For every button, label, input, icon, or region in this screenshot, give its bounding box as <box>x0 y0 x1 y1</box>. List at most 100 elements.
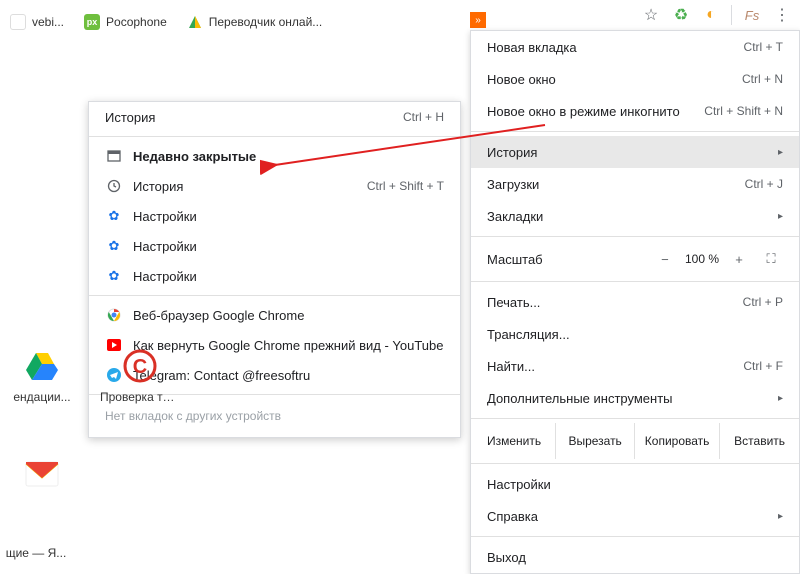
separator <box>89 136 460 137</box>
paste-button[interactable]: Вставить <box>720 423 799 459</box>
submenu-header-shortcut: Ctrl + H <box>403 110 444 124</box>
submenu-footer: Нет вкладок с других устройств <box>89 399 460 433</box>
separator <box>471 463 799 464</box>
chevron-right-icon: ▸ <box>778 393 783 404</box>
menu-label: История <box>487 145 770 160</box>
desktop-row-2 <box>6 456 78 498</box>
menu-item-downloads[interactable]: ЗагрузкиCtrl + J <box>471 168 799 200</box>
chevron-right-icon: ▸ <box>778 211 783 222</box>
edit-label: Изменить <box>471 423 556 459</box>
menu-item-history[interactable]: История ▸ <box>471 136 799 168</box>
zoom-in-button[interactable]: + <box>727 247 751 271</box>
bookmark-label: vebi... <box>32 15 64 29</box>
favicon-icon <box>187 14 203 30</box>
menu-item-edit: Изменить Вырезать Копировать Вставить <box>471 423 799 459</box>
submenu-item[interactable]: Веб-браузер Google Chrome <box>89 300 460 330</box>
submenu-item-label: История <box>133 179 367 194</box>
recently-closed-label: Недавно закрытые <box>133 149 444 164</box>
menu-item-more-tools[interactable]: Дополнительные инструменты ▸ <box>471 382 799 414</box>
desktop-row-3: щие — Я... <box>0 540 72 560</box>
more-icon[interactable]: ⋮ <box>772 5 792 25</box>
zoom-label: Масштаб <box>487 252 653 267</box>
submenu-item[interactable]: ✿ Настройки <box>89 261 460 291</box>
menu-label: Дополнительные инструменты <box>487 391 770 406</box>
separator <box>471 131 799 132</box>
desktop-shortcut[interactable]: ендации... <box>6 348 78 404</box>
menu-shortcut: Ctrl + T <box>744 40 783 54</box>
main-menu: Новая вкладкаCtrl + T Новое окноCtrl + N… <box>470 30 800 574</box>
recycle-icon[interactable]: ♻ <box>671 5 691 25</box>
menu-item-zoom: Масштаб − 100 % + ⛶ <box>471 241 799 277</box>
menu-item-bookmarks[interactable]: Закладки▸ <box>471 200 799 232</box>
menu-item-settings[interactable]: Настройки <box>471 468 799 500</box>
menu-item-incognito[interactable]: Новое окно в режиме инкогнитоCtrl + Shif… <box>471 95 799 127</box>
fullscreen-icon[interactable]: ⛶ <box>759 247 783 271</box>
bookmark-item[interactable]: px Pocophone <box>78 10 173 34</box>
menu-shortcut: Ctrl + Shift + N <box>704 104 783 118</box>
submenu-item-label: Настройки <box>133 209 444 224</box>
separator <box>89 295 460 296</box>
menu-item-new-tab[interactable]: Новая вкладкаCtrl + T <box>471 31 799 63</box>
menu-item-help[interactable]: Справка ▸ <box>471 500 799 532</box>
submenu-header-label: История <box>105 110 403 125</box>
menu-label: Загрузки <box>487 177 745 192</box>
desktop-shortcut[interactable]: щие — Я... <box>0 540 72 560</box>
submenu-header[interactable]: История Ctrl + H <box>89 102 460 132</box>
bookmark-item[interactable]: vebi... <box>4 10 70 34</box>
menu-label: Настройки <box>487 477 783 492</box>
divider <box>731 5 732 25</box>
chevron-right-icon: ▸ <box>778 147 783 158</box>
copyright-icon: C <box>122 348 158 384</box>
gear-icon: ✿ <box>105 238 123 254</box>
extension-icon[interactable]: ◐ <box>701 5 721 25</box>
menu-shortcut: Ctrl + N <box>742 72 783 86</box>
menu-item-exit[interactable]: Выход <box>471 541 799 573</box>
menu-item-new-window[interactable]: Новое окноCtrl + N <box>471 63 799 95</box>
gear-icon: ✿ <box>105 268 123 284</box>
copy-button[interactable]: Копировать <box>635 423 720 459</box>
recently-closed-header: Недавно закрытые <box>89 141 460 171</box>
desktop-shortcut[interactable]: C Проверка текс... <box>104 348 176 404</box>
desktop-row-1: ендации... C Проверка текс... <box>6 348 176 404</box>
submenu-item-label: Веб-браузер Google Chrome <box>133 308 444 323</box>
separator <box>471 281 799 282</box>
menu-label: Печать... <box>487 295 743 310</box>
desktop-shortcut[interactable] <box>6 456 78 498</box>
zoom-out-button[interactable]: − <box>653 247 677 271</box>
chrome-icon <box>105 308 123 322</box>
desktop-label: щие — Я... <box>6 546 67 560</box>
bookmarks-bar: vebi... px Pocophone Переводчик онлай... <box>0 8 460 36</box>
chevron-right-icon: ▸ <box>778 511 783 522</box>
bookmark-label: Pocophone <box>106 15 167 29</box>
menu-label: Справка <box>487 509 770 524</box>
star-icon[interactable]: ☆ <box>641 5 661 25</box>
drive-icon <box>24 348 60 384</box>
desktop-label: Проверка текс... <box>100 390 180 404</box>
submenu-item-shortcut: Ctrl + Shift + T <box>367 179 444 193</box>
menu-item-find[interactable]: Найти...Ctrl + F <box>471 350 799 382</box>
browser-toolbar: ☆ ♻ ◐ Fs ⋮ <box>641 0 800 30</box>
submenu-item-label: Как вернуть Google Chrome прежний вид - … <box>133 338 444 353</box>
favicon-icon <box>10 14 26 30</box>
submenu-item[interactable]: ✿ Настройки <box>89 231 460 261</box>
submenu-item-label: Настройки <box>133 239 444 254</box>
menu-label: Трансляция... <box>487 327 783 342</box>
desktop-label: ендации... <box>13 390 70 404</box>
toolbar-overflow-icon[interactable]: » <box>470 12 486 28</box>
bookmark-item[interactable]: Переводчик онлай... <box>181 10 329 34</box>
menu-item-cast[interactable]: Трансляция... <box>471 318 799 350</box>
menu-label: Найти... <box>487 359 743 374</box>
submenu-item[interactable]: История Ctrl + Shift + T <box>89 171 460 201</box>
submenu-item[interactable]: ✿ Настройки <box>89 201 460 231</box>
menu-item-print[interactable]: Печать...Ctrl + P <box>471 286 799 318</box>
cut-button[interactable]: Вырезать <box>556 423 635 459</box>
menu-shortcut: Ctrl + F <box>743 359 783 373</box>
fs-extension-icon[interactable]: Fs <box>742 5 762 25</box>
bookmark-label: Переводчик онлай... <box>209 15 323 29</box>
menu-label: Новое окно в режиме инкогнито <box>487 104 704 119</box>
menu-label: Выход <box>487 550 783 565</box>
separator <box>471 236 799 237</box>
gear-icon: ✿ <box>105 208 123 224</box>
tab-icon <box>105 150 123 162</box>
menu-shortcut: Ctrl + J <box>745 177 783 191</box>
